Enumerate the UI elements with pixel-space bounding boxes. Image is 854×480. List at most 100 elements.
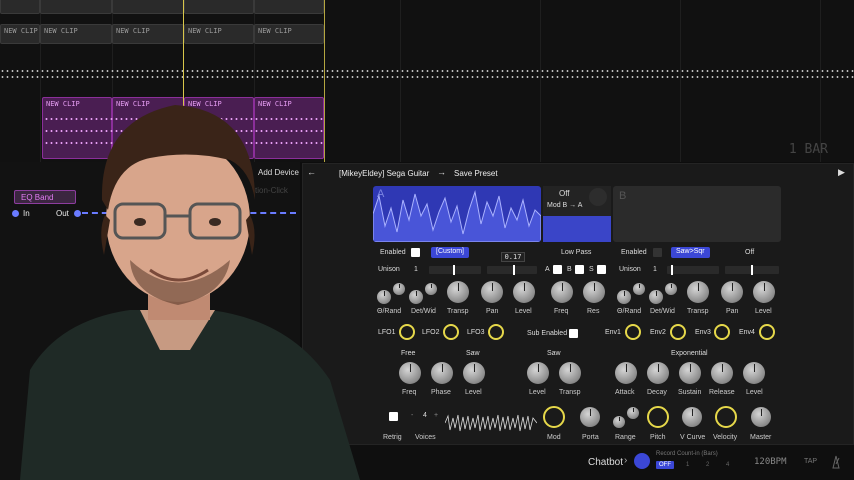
- env1-tab[interactable]: Env1: [605, 329, 621, 336]
- record-countin-option[interactable]: 2: [706, 462, 709, 468]
- clip[interactable]: NEW CLIP: [184, 24, 254, 44]
- env3-tab[interactable]: Env3: [695, 329, 711, 336]
- env3-indicator[interactable]: [714, 324, 730, 340]
- tap-tempo-button[interactable]: TAP: [804, 458, 817, 465]
- range-knob-small[interactable]: [613, 416, 625, 428]
- osc-a-enabled-checkbox[interactable]: [411, 248, 420, 257]
- osc-b-mode-select[interactable]: Off: [745, 249, 754, 256]
- clip[interactable]: NEW CLIP: [254, 24, 324, 44]
- voices-value[interactable]: 4: [423, 412, 427, 419]
- sub-transp-knob[interactable]: [559, 362, 581, 384]
- env-decay-knob[interactable]: [647, 362, 669, 384]
- osc-b-phase-knob[interactable]: [617, 290, 631, 304]
- range-knob[interactable]: [627, 407, 639, 419]
- slider-thumb[interactable]: [671, 265, 673, 275]
- osc-a-detune-knob[interactable]: [409, 290, 423, 304]
- record-countin-option[interactable]: 4: [726, 462, 729, 468]
- osc-a-waveform-select[interactable]: [Custom]: [431, 247, 470, 258]
- vcurve-knob[interactable]: [682, 407, 702, 427]
- osc-b-rand-knob[interactable]: [633, 283, 645, 295]
- osc-a-level-knob[interactable]: [513, 281, 535, 303]
- lfo1-tab[interactable]: LFO1: [378, 329, 396, 336]
- osc-b-detune-knob[interactable]: [649, 290, 663, 304]
- retrig-checkbox[interactable]: [389, 412, 398, 421]
- osc-a-display[interactable]: A: [373, 186, 541, 242]
- osc-b-width-knob[interactable]: [665, 283, 677, 295]
- env2-indicator[interactable]: [670, 324, 686, 340]
- osc-b-unison-value[interactable]: 1: [653, 266, 657, 273]
- lfo3-indicator[interactable]: [488, 324, 504, 340]
- chevron-right-icon[interactable]: ›: [624, 455, 627, 466]
- master-knob[interactable]: [751, 407, 771, 427]
- record-countin-option[interactable]: 1: [686, 462, 689, 468]
- chatbot-button[interactable]: Chatbot: [588, 457, 623, 468]
- slider-thumb[interactable]: [751, 265, 753, 275]
- lfo-freq-knob[interactable]: [399, 362, 421, 384]
- osc-b-level-knob[interactable]: [753, 281, 775, 303]
- slider-thumb[interactable]: [513, 265, 515, 275]
- osc-b-enabled-checkbox[interactable]: [653, 248, 662, 257]
- env4-tab[interactable]: Env4: [739, 329, 755, 336]
- mod-amount-knob[interactable]: [589, 188, 607, 206]
- osc-b-pan-knob[interactable]: [721, 281, 743, 303]
- env-level-knob[interactable]: [743, 362, 765, 384]
- osc-b-waveform-select[interactable]: Saw>Sqr: [671, 247, 710, 258]
- env-release-knob[interactable]: [711, 362, 733, 384]
- velocity-ring[interactable]: [715, 406, 737, 428]
- slider-thumb[interactable]: [453, 265, 455, 275]
- filter-freq-knob[interactable]: [551, 281, 573, 303]
- env-attack-knob[interactable]: [615, 362, 637, 384]
- metronome-icon[interactable]: [830, 455, 842, 469]
- env-curve-select[interactable]: Exponential: [671, 350, 708, 357]
- env2-tab[interactable]: Env2: [650, 329, 666, 336]
- save-preset-button[interactable]: Save Preset: [454, 169, 498, 178]
- filter-b-checkbox[interactable]: [575, 265, 584, 274]
- osc-a-transp-knob[interactable]: [447, 281, 469, 303]
- record-countin-off[interactable]: OFF: [656, 461, 674, 469]
- voices-decrement[interactable]: -: [411, 412, 413, 419]
- osc-b-unison-slider[interactable]: [667, 265, 719, 275]
- lfo-level-knob[interactable]: [463, 362, 485, 384]
- play-icon[interactable]: ▶: [838, 167, 845, 178]
- chatbot-icon[interactable]: [634, 453, 650, 469]
- clip[interactable]: [184, 0, 254, 14]
- lfo-mode-select[interactable]: Free: [401, 350, 415, 357]
- clip[interactable]: [112, 0, 184, 14]
- lfo1-indicator[interactable]: [399, 324, 415, 340]
- sub-shape-select[interactable]: Saw: [547, 350, 561, 357]
- mod-mode-value[interactable]: Off: [559, 189, 570, 198]
- osc-a-unison-slider[interactable]: [429, 265, 481, 275]
- osc-a-width-knob[interactable]: [425, 283, 437, 295]
- filter-res-knob[interactable]: [583, 281, 605, 303]
- porta-knob[interactable]: [580, 407, 600, 427]
- lfo3-tab[interactable]: LFO3: [467, 329, 485, 336]
- lfo2-tab[interactable]: LFO2: [422, 329, 440, 336]
- osc-a-pan-knob[interactable]: [481, 281, 503, 303]
- clip[interactable]: NEW CLIP: [112, 24, 184, 44]
- osc-b-detune-slider[interactable]: [725, 265, 779, 275]
- lfo-phase-knob[interactable]: [431, 362, 453, 384]
- filter-type-select[interactable]: Low Pass: [561, 249, 591, 256]
- osc-a-unison-value[interactable]: 1: [414, 266, 418, 273]
- clip[interactable]: [0, 0, 40, 14]
- filter-a-checkbox[interactable]: [553, 265, 562, 274]
- pitch-ring[interactable]: [647, 406, 669, 428]
- env4-indicator[interactable]: [759, 324, 775, 340]
- clip[interactable]: [254, 0, 324, 14]
- osc-a-phase-knob[interactable]: [377, 290, 391, 304]
- osc-a-rand-knob[interactable]: [393, 283, 405, 295]
- tempo-display[interactable]: 120BPM: [754, 457, 787, 467]
- clip[interactable]: [40, 0, 112, 14]
- sub-enabled-checkbox[interactable]: [569, 329, 578, 338]
- env1-indicator[interactable]: [625, 324, 641, 340]
- clip[interactable]: NEW CLIP: [0, 24, 40, 44]
- sub-level-knob[interactable]: [527, 362, 549, 384]
- env-sustain-knob[interactable]: [679, 362, 701, 384]
- osc-a-detune-slider[interactable]: [487, 265, 537, 275]
- mod-ring[interactable]: [543, 406, 565, 428]
- lfo2-indicator[interactable]: [443, 324, 459, 340]
- osc-b-transp-knob[interactable]: [687, 281, 709, 303]
- clip[interactable]: NEW CLIP: [40, 24, 112, 44]
- osc-b-display[interactable]: B: [613, 186, 781, 242]
- voices-increment[interactable]: +: [434, 412, 438, 419]
